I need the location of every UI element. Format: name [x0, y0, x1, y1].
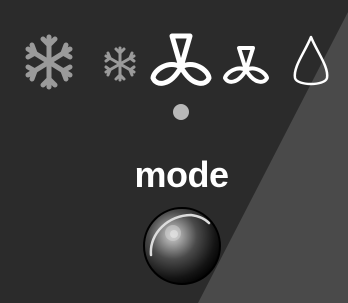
mode-knob[interactable] — [139, 203, 225, 289]
snowflake-small-icon[interactable] — [101, 44, 139, 84]
snowflake-large-icon[interactable] — [24, 32, 74, 92]
fan-large-icon[interactable] — [148, 30, 214, 90]
mode-label: mode — [134, 154, 229, 195]
control-panel: mode — [0, 0, 348, 303]
mode-indicator-dot — [173, 104, 189, 120]
fan-small-icon[interactable] — [221, 44, 271, 88]
water-drop-icon[interactable] — [289, 32, 333, 90]
